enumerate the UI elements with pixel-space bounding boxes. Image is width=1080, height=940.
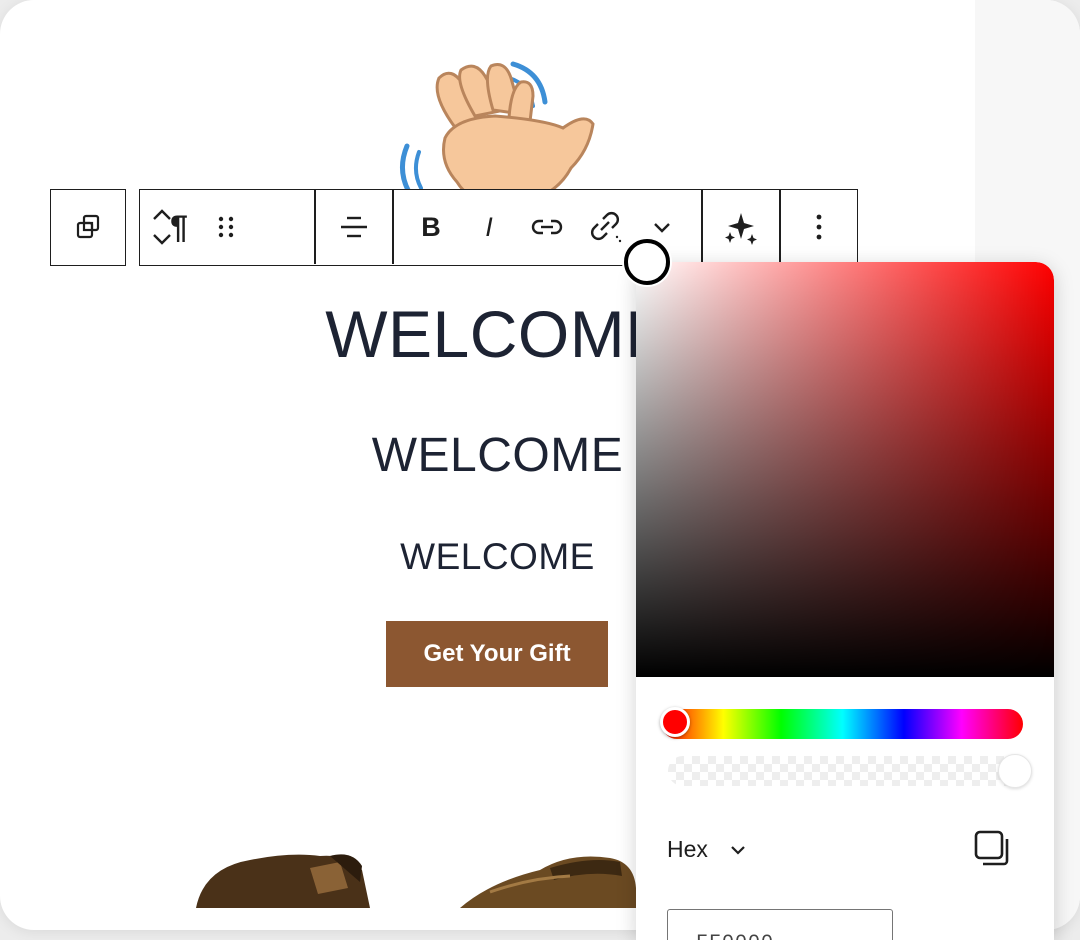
block-switcher-group: [50, 189, 126, 266]
unlink-button[interactable]: [580, 190, 632, 264]
options-kebab-icon: [816, 214, 822, 240]
color-picker-popover: Hex FF0000: [636, 262, 1054, 940]
waving-hand-image: [395, 58, 605, 190]
more-formats-chevron-icon: [654, 223, 670, 233]
link-icon: [531, 219, 563, 235]
move-up-down-button[interactable]: [140, 190, 184, 264]
alpha-slider-handle[interactable]: [998, 754, 1032, 788]
align-center-icon: [341, 216, 367, 238]
ai-assistant-button[interactable]: [703, 190, 779, 264]
italic-button[interactable]: I: [466, 190, 512, 264]
block-transform-button[interactable]: [51, 190, 125, 264]
unlink-icon: [591, 212, 622, 243]
link-button[interactable]: [524, 190, 570, 264]
drag-handle-button[interactable]: [206, 190, 246, 264]
get-gift-button[interactable]: Get Your Gift: [386, 621, 608, 687]
hex-value-input[interactable]: FF0000: [667, 909, 893, 940]
drag-handle-icon: [218, 216, 234, 238]
hue-slider-handle[interactable]: [660, 707, 690, 737]
italic-icon: I: [485, 211, 493, 242]
copy-icon[interactable]: [973, 829, 1013, 869]
saturation-value-area[interactable]: [636, 262, 1054, 677]
boots-image: [190, 848, 640, 908]
saturation-value-handle[interactable]: [624, 239, 670, 285]
formatting-toolbar: ¶ B I: [139, 189, 858, 266]
bold-button[interactable]: B: [408, 190, 454, 264]
hue-slider[interactable]: [662, 709, 1023, 739]
alpha-slider[interactable]: [668, 756, 1030, 786]
chevron-down-icon[interactable]: [728, 840, 748, 860]
screenshot-stage: ¶ B I WELCOME WELCOME WELCOME Get Your G…: [0, 0, 1080, 940]
color-format-select[interactable]: Hex: [667, 836, 708, 863]
block-transform-icon: [76, 214, 100, 239]
bold-icon: B: [421, 211, 441, 242]
toolbar-divider: [392, 190, 394, 264]
options-button[interactable]: [781, 190, 857, 264]
move-up-down-icon: [153, 209, 171, 245]
ai-sparkle-icon: [725, 213, 757, 245]
align-button[interactable]: [316, 190, 392, 264]
